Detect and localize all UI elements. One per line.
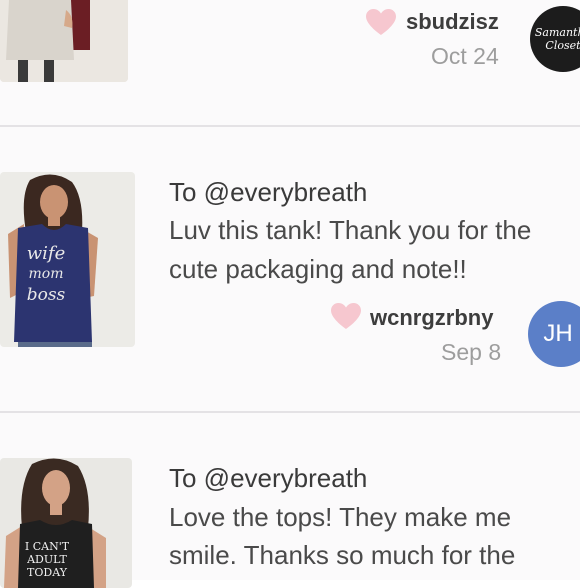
review-card: sbudzisz Oct 24 Samantha Closet [0,0,580,125]
review-recipient[interactable]: To @everybreath [169,177,367,208]
shirt-print-line: I CAN'T [24,540,70,553]
avatar-text-line: Samantha [534,26,580,39]
review-photo[interactable]: wife mom boss [0,172,135,347]
reviewer-username[interactable]: wcnrgzrbny [370,305,493,331]
review-message-line: Luv this tank! Thank you for the [169,215,532,245]
product-photo-illustration [0,0,128,82]
review-card: wife mom boss To @everybreath Luv this t… [0,127,580,411]
review-card: I CAN'T ADULT TODAY To @everybreath Love… [0,413,580,588]
review-message-line: Love the tops! They make me [169,502,512,532]
shirt-print-line: ADULT [27,553,67,566]
reviewer-username[interactable]: sbudzisz [406,9,499,35]
review-date: Sep 8 [441,339,502,365]
reviewer-avatar[interactable]: JH [528,301,580,367]
shirt-print-line: boss [26,285,66,305]
avatar-initials: JH [543,320,573,347]
shirt-print-line: mom [28,266,64,282]
review-photo[interactable] [0,0,128,82]
shirt-print-line: TODAY [27,566,67,579]
shirt-print: wife mom boss [16,244,76,306]
shirt-print: I CAN'T ADULT TODAY [18,540,76,579]
shirt-print-line: wife [26,243,66,264]
like-heart-icon[interactable] [330,302,362,330]
avatar-text-line: Closet [545,39,580,52]
review-photo[interactable]: I CAN'T ADULT TODAY [0,458,132,588]
review-date: Oct 24 [431,43,499,69]
reviewer-avatar[interactable]: Samantha Closet [530,6,580,72]
review-message-line: smile. Thanks so much for the [169,540,516,570]
review-recipient[interactable]: To @everybreath [169,463,367,494]
like-heart-icon[interactable] [365,8,397,36]
review-message-line: cute packaging and note!! [169,254,467,284]
